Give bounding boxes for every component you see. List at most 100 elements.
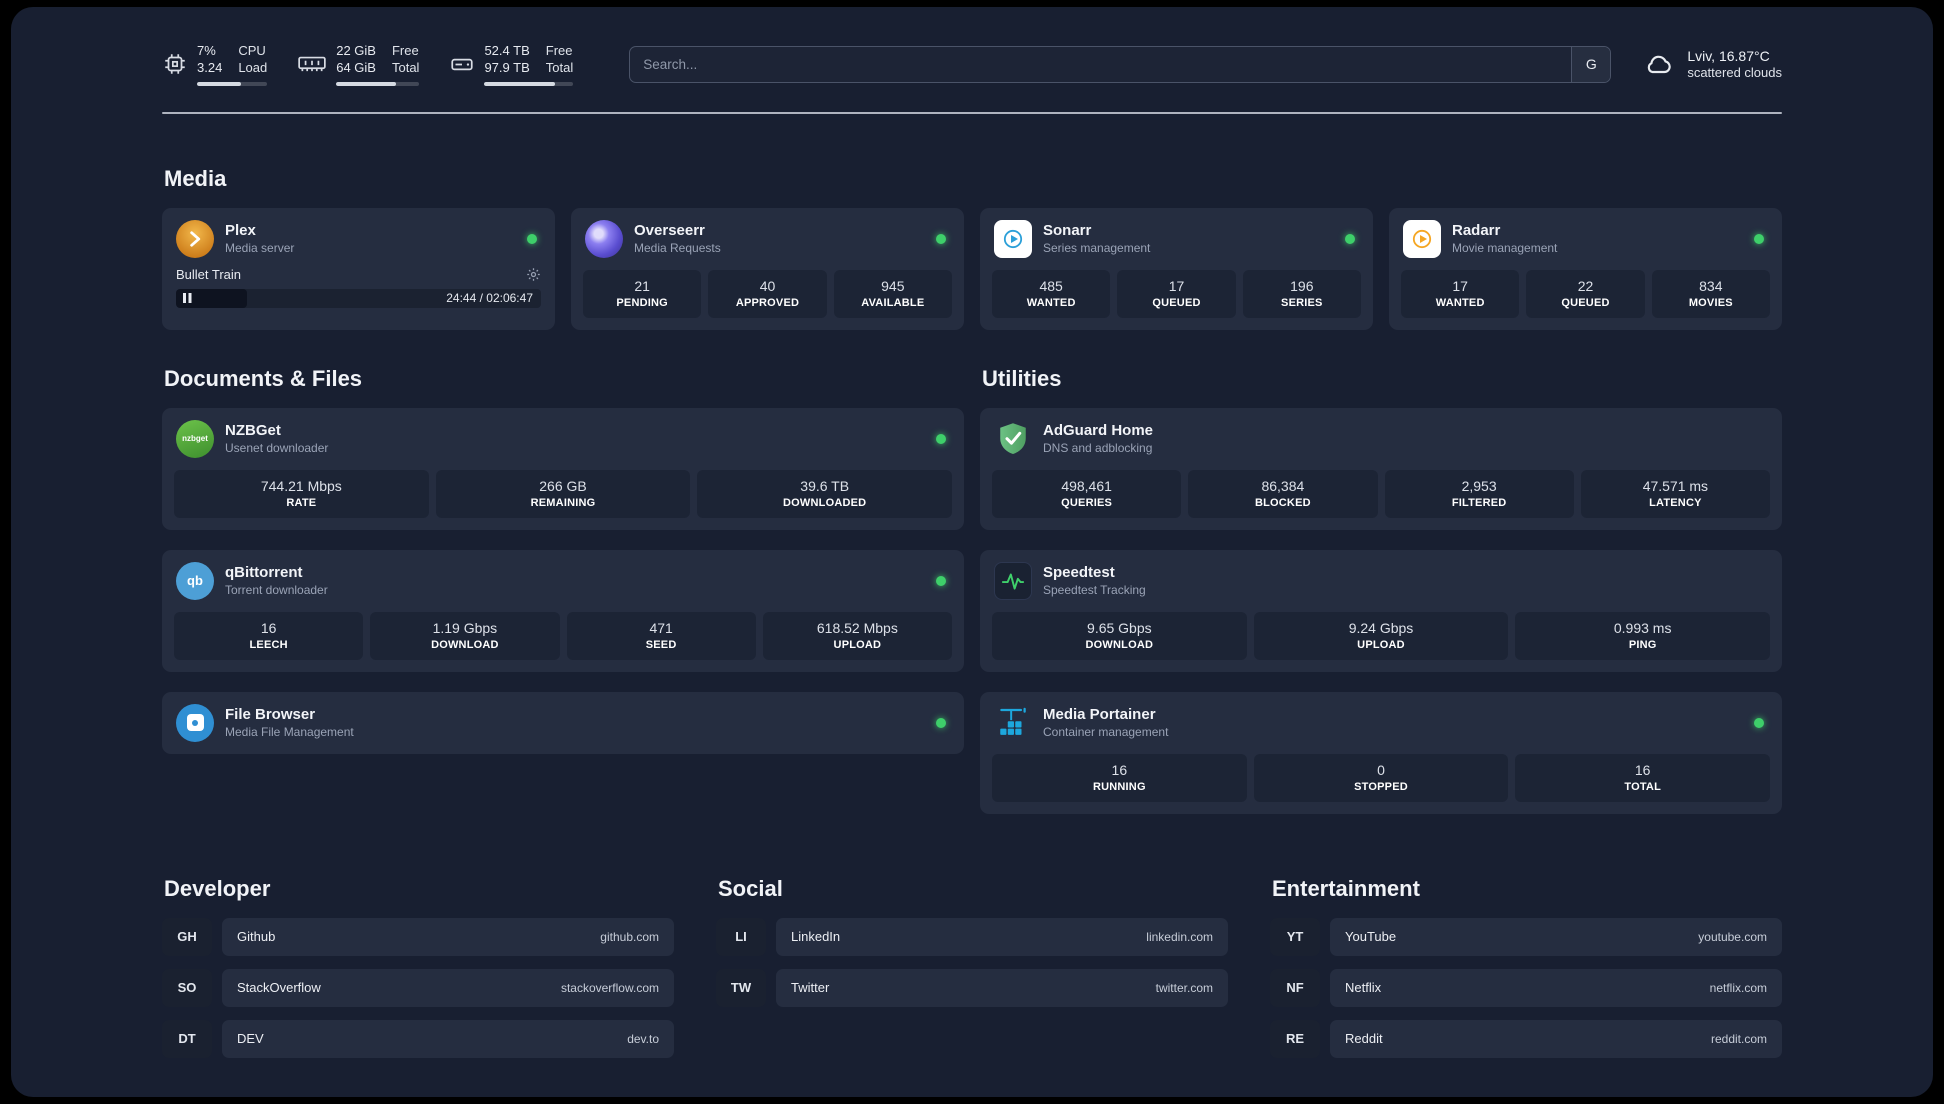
dashboard-frame: 7% 3.24 CPU Load 22 GiB 64 GiB Free Tota… <box>11 7 1933 1097</box>
app-subtitle: Media Requests <box>634 241 721 256</box>
status-dot <box>936 233 946 244</box>
app-name: qBittorrent <box>225 564 303 582</box>
app-card-filebrowser[interactable]: File Browser Media File Management <box>162 691 964 754</box>
topbar: 7% 3.24 CPU Load 22 GiB 64 GiB Free Tota… <box>162 7 1782 86</box>
bookmark-abbr: SO <box>162 968 212 1007</box>
cpu-icon <box>162 51 188 77</box>
overseerr-icon <box>585 219 623 258</box>
bookmark-name: Twitter <box>791 980 830 996</box>
weather-widget: Lviv, 16.87°C scattered clouds <box>1641 47 1782 82</box>
bookmark-name: Github <box>237 929 276 945</box>
status-dot <box>527 233 537 244</box>
bookmark-name: DEV <box>237 1031 264 1047</box>
stat-total: 16 TOTAL <box>1515 753 1771 802</box>
bookmark-dev[interactable]: DT DEV dev.to <box>162 1019 674 1058</box>
status-dot <box>1754 717 1764 728</box>
cpu-percent: 7% <box>197 43 216 58</box>
app-name: Overseerr <box>634 222 705 240</box>
app-name: NZBGet <box>225 422 281 440</box>
stat-upload: 618.52 Mbps UPLOAD <box>762 611 952 660</box>
bookmark-youtube[interactable]: YT YouTube youtube.com <box>1270 917 1782 956</box>
ram-bar <box>336 81 420 86</box>
ram-icon <box>297 51 327 77</box>
status-dot <box>936 717 946 728</box>
ram-free: 22 GiB <box>336 43 376 58</box>
stat-movies: 834 MOVIES <box>1651 269 1770 318</box>
weather-location: Lviv, 16.87°C <box>1687 47 1770 64</box>
app-name: Radarr <box>1452 222 1501 240</box>
bookmark-abbr: TW <box>716 968 766 1007</box>
app-subtitle: Media server <box>225 241 295 256</box>
bookmark-abbr: DT <box>162 1019 212 1058</box>
section-title-social: Social <box>718 875 783 901</box>
bookmark-abbr: LI <box>716 917 766 956</box>
divider <box>162 111 1782 114</box>
stat-rate: 744.21 Mbps RATE <box>174 469 429 518</box>
stat-queued: 22 QUEUED <box>1526 269 1645 318</box>
status-dot <box>1754 233 1764 244</box>
disk-total-label: Total <box>545 59 574 75</box>
qbittorrent-icon: qb <box>176 561 214 600</box>
stat-blocked: 86,384 BLOCKED <box>1188 469 1378 518</box>
pause-icon[interactable] <box>183 293 192 304</box>
bookmark-name: StackOverflow <box>237 980 321 996</box>
stat-queued: 17 QUEUED <box>1117 269 1236 318</box>
speedtest-icon <box>994 561 1032 600</box>
disk-widget: 52.4 TB 97.9 TB Free Total <box>449 43 574 86</box>
stat-stopped: 0 STOPPED <box>1253 753 1509 802</box>
ram-total: 64 GiB <box>336 59 376 75</box>
bookmark-url: netflix.com <box>1709 980 1767 995</box>
app-card-overseerr[interactable]: Overseerr Media Requests 21 PENDING 40 A… <box>571 207 964 330</box>
app-subtitle: Usenet downloader <box>225 441 329 456</box>
bookmark-abbr: GH <box>162 917 212 956</box>
app-card-qbittorrent[interactable]: qb qBittorrent Torrent downloader 16 LEE… <box>162 549 964 672</box>
cpu-load-avg: 3.24 <box>197 59 223 75</box>
bookmark-twitter[interactable]: TW Twitter twitter.com <box>716 968 1228 1007</box>
stat-available: 945 AVAILABLE <box>833 269 952 318</box>
bookmark-url: linkedin.com <box>1146 929 1213 944</box>
cpu-label: CPU <box>238 43 266 58</box>
playback-progress[interactable]: 24:44 / 02:06:47 <box>176 288 541 308</box>
bookmark-group-social: Social LI LinkedIn linkedin.com TW Twitt… <box>716 876 1228 1071</box>
search-engine-button[interactable]: G <box>1571 46 1611 82</box>
bookmark-reddit[interactable]: RE Reddit reddit.com <box>1270 1019 1782 1058</box>
portainer-icon <box>994 704 1032 742</box>
bookmark-linkedin[interactable]: LI LinkedIn linkedin.com <box>716 917 1228 956</box>
app-subtitle: Media File Management <box>225 725 354 740</box>
app-card-sonarr[interactable]: Sonarr Series management 485 WANTED 17 Q… <box>980 207 1373 330</box>
app-subtitle: Torrent downloader <box>225 583 328 598</box>
search-input[interactable] <box>630 46 1572 82</box>
section-utilities: Utilities AdGuard Home DNS and adblockin… <box>980 366 1782 814</box>
bookmark-name: LinkedIn <box>791 929 841 945</box>
app-card-speedtest[interactable]: Speedtest Speedtest Tracking 9.65 Gbps D… <box>980 549 1782 672</box>
app-card-portainer[interactable]: Media Portainer Container management 16 … <box>980 691 1782 814</box>
status-dot <box>936 433 946 444</box>
stat-leech: 16 LEECH <box>174 611 364 660</box>
gear-icon[interactable] <box>526 267 541 282</box>
stat-upload: 9.24 Gbps UPLOAD <box>1253 611 1509 660</box>
adguard-icon <box>994 420 1032 458</box>
app-card-adguard[interactable]: AdGuard Home DNS and adblocking 498,461 … <box>980 407 1782 530</box>
stat-download: 1.19 Gbps DOWNLOAD <box>370 611 560 660</box>
disk-free-label: Free <box>545 43 573 58</box>
app-card-nzbget[interactable]: nzbget NZBGet Usenet downloader 744.21 M… <box>162 407 964 530</box>
radarr-icon <box>1403 219 1441 258</box>
bookmark-stackoverflow[interactable]: SO StackOverflow stackoverflow.com <box>162 968 674 1007</box>
plex-icon <box>176 219 214 258</box>
bookmark-abbr: YT <box>1270 917 1320 956</box>
cpu-widget: 7% 3.24 CPU Load <box>162 43 268 86</box>
bookmark-group-entertainment: Entertainment YT YouTube youtube.com NF … <box>1270 876 1782 1071</box>
playback-time: 24:44 / 02:06:47 <box>446 291 533 306</box>
nzbget-icon: nzbget <box>176 419 214 458</box>
bookmark-github[interactable]: GH Github github.com <box>162 917 674 956</box>
app-card-plex[interactable]: Plex Media server Bullet Train 24:44 / 0… <box>162 207 555 330</box>
bookmark-netflix[interactable]: NF Netflix netflix.com <box>1270 968 1782 1007</box>
stat-pending: 21 PENDING <box>583 269 702 318</box>
section-title-documents: Documents & Files <box>164 365 363 391</box>
stat-filtered: 2,953 FILTERED <box>1384 469 1574 518</box>
ram-free-label: Free <box>391 43 419 58</box>
stat-downloaded: 39.6 TB DOWNLOADED <box>697 469 953 518</box>
app-card-radarr[interactable]: Radarr Movie management 17 WANTED 22 QUE… <box>1389 207 1782 330</box>
stat-wanted: 17 WANTED <box>1401 269 1520 318</box>
app-subtitle: Movie management <box>1452 241 1558 256</box>
